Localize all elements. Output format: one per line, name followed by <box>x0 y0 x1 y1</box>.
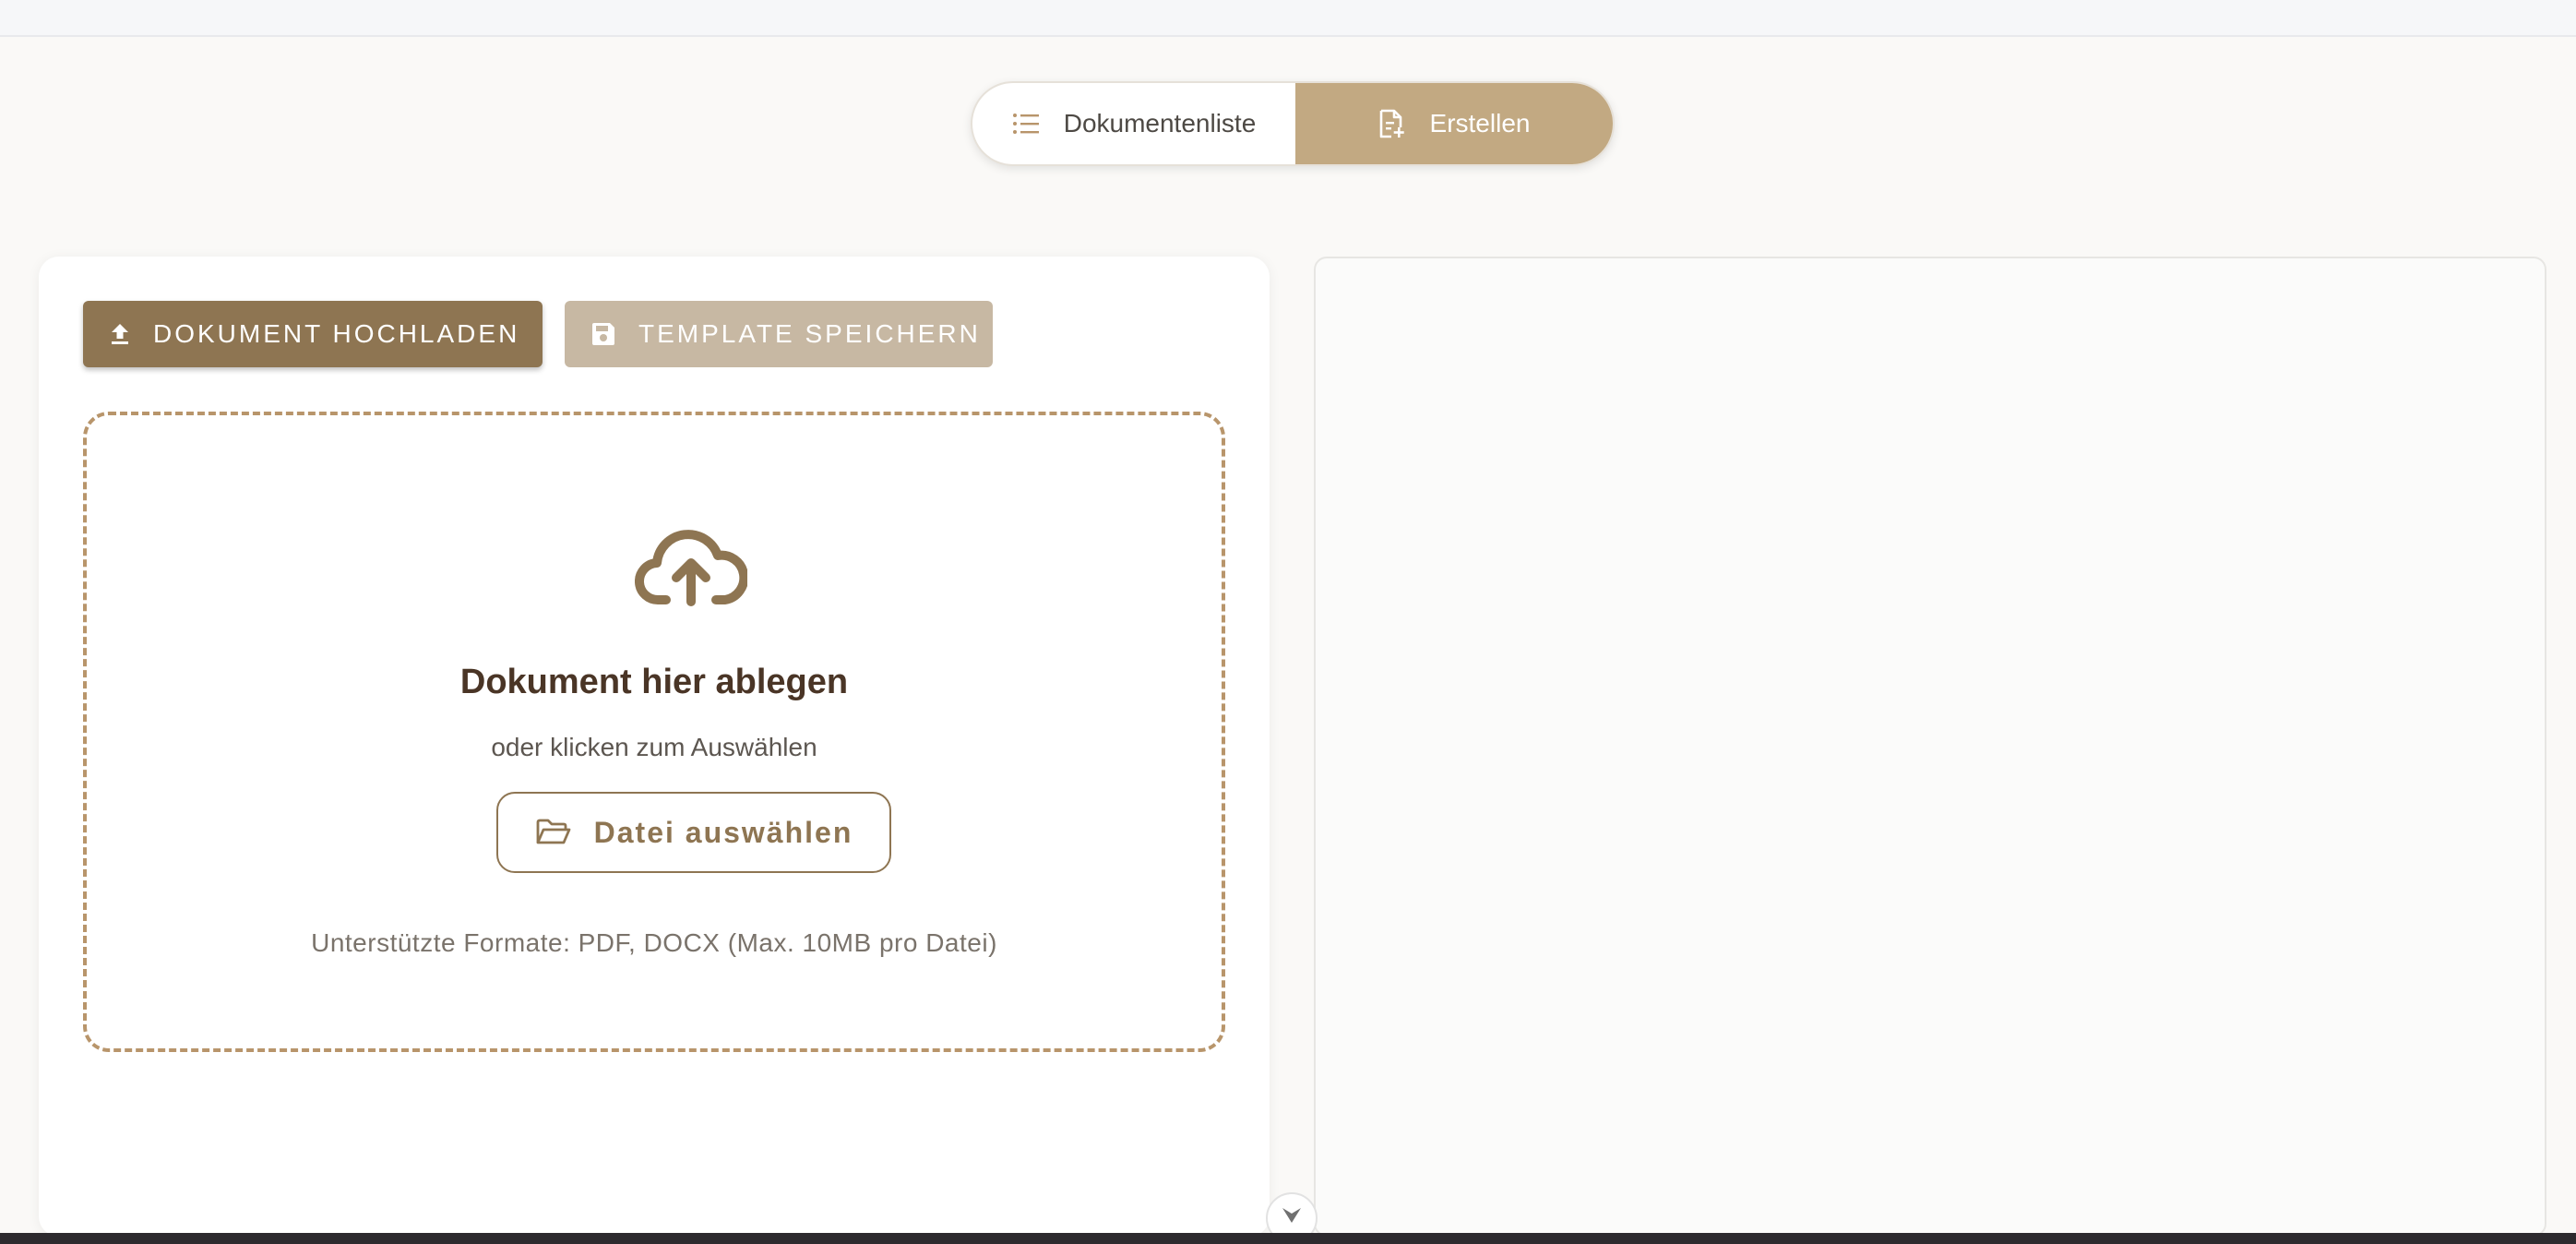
choose-file-button[interactable]: Datei auswählen <box>496 792 891 873</box>
file-dropzone[interactable]: Dokument hier ablegen oder klicken zum A… <box>83 412 1225 1052</box>
tab-erstellen-label: Erstellen <box>1429 109 1531 138</box>
document-plus-icon <box>1378 109 1406 138</box>
desktop-bottom-strip <box>0 1233 2576 1244</box>
tab-dokumentenliste[interactable]: Dokumentenliste <box>972 83 1295 164</box>
view-toggle: Dokumentenliste Erstellen <box>971 81 1615 166</box>
supported-formats-text: Unterstützte Formate: PDF, DOCX (Max. 10… <box>311 928 997 957</box>
preview-panel <box>1314 257 2546 1237</box>
browser-top-bar <box>0 0 2576 37</box>
chevron-down-icon <box>1281 1205 1303 1230</box>
upload-document-button[interactable]: DOKUMENT HOCHLADEN <box>83 301 543 367</box>
save-icon <box>590 321 616 347</box>
save-template-button[interactable]: TEMPLATE SPEICHERN <box>565 301 993 367</box>
choose-file-label: Datei auswählen <box>593 815 853 849</box>
upload-document-label: DOKUMENT HOCHLADEN <box>153 319 520 348</box>
dropzone-title: Dokument hier ablegen <box>459 663 849 701</box>
save-template-label: TEMPLATE SPEICHERN <box>638 319 981 348</box>
upload-icon <box>109 322 131 346</box>
upload-card: DOKUMENT HOCHLADEN TEMPLATE SPEICHERN Do… <box>39 257 1270 1237</box>
folder-open-icon <box>535 819 572 846</box>
cloud-upload-icon <box>634 522 749 612</box>
list-icon <box>1012 113 1040 135</box>
dropzone-subtitle: oder klicken zum Auswählen <box>491 733 817 761</box>
tab-dokumentenliste-label: Dokumentenliste <box>1063 109 1257 138</box>
tab-erstellen[interactable]: Erstellen <box>1295 83 1613 164</box>
